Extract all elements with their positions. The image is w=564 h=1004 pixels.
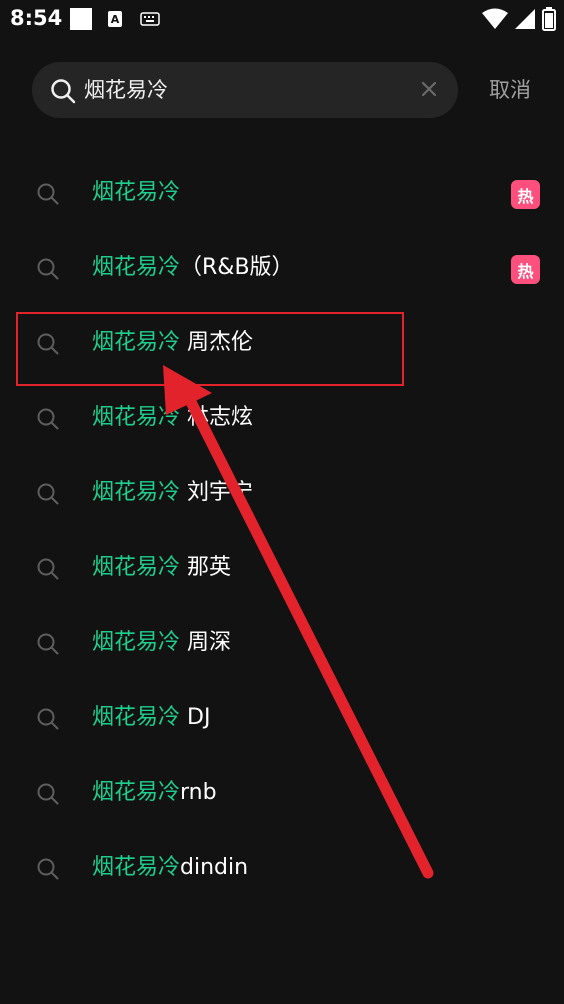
suggestion-item[interactable]: 烟花易冷（R&B版） 热 <box>0 231 564 306</box>
suggestion-item[interactable]: 烟花易冷 林志炫 <box>0 381 564 456</box>
suggestion-highlight: 烟花易冷 <box>92 405 181 430</box>
suggestion-label: 烟花易冷 周深 <box>92 628 231 658</box>
suggestion-label: 烟花易冷 DJ <box>92 703 210 733</box>
cancel-button[interactable]: 取消 <box>489 76 531 104</box>
suggestion-suffix: 那英 <box>180 555 232 580</box>
search-icon <box>37 258 59 280</box>
suggestion-suffix: rnb <box>180 780 217 805</box>
suggestion-highlight: 烟花易冷 <box>92 855 181 880</box>
suggestion-label: 烟花易冷dindin <box>92 853 248 883</box>
search-icon <box>37 783 59 805</box>
suggestion-item[interactable]: 烟花易冷 那英 <box>0 531 564 606</box>
suggestion-label: 烟花易冷（R&B版） <box>92 253 294 283</box>
suggestion-highlight: 烟花易冷 <box>92 705 181 730</box>
suggestion-suffix: dindin <box>180 855 249 880</box>
a-notification-icon: A <box>108 11 122 27</box>
wifi-icon <box>482 8 508 29</box>
suggestion-highlight: 烟花易冷 <box>92 630 181 655</box>
search-icon <box>51 79 76 104</box>
suggestion-item[interactable]: 烟花易冷 刘宇宁 <box>0 456 564 531</box>
search-icon <box>37 483 59 505</box>
battery-icon <box>542 7 556 31</box>
status-time: 8:54 <box>10 6 63 30</box>
suggestion-suffix: 周深 <box>180 630 232 655</box>
search-icon <box>37 633 59 655</box>
search-icon <box>37 708 59 730</box>
hot-badge: 热 <box>511 255 540 284</box>
suggestion-highlight: 烟花易冷 <box>92 255 181 280</box>
suggestion-suffix: DJ <box>180 705 211 730</box>
annotation-highlight-box <box>16 312 404 386</box>
search-icon <box>37 858 59 880</box>
suggestion-highlight: 烟花易冷 <box>92 780 181 805</box>
suggestion-suffix: 刘宇宁 <box>180 480 254 505</box>
search-icon <box>37 558 59 580</box>
search-input[interactable]: 烟花易冷 <box>84 76 168 104</box>
svg-text:A: A <box>111 13 120 26</box>
search-icon <box>37 183 59 205</box>
suggestion-item[interactable]: 烟花易冷 DJ <box>0 681 564 756</box>
suggestion-list: 烟花易冷热烟花易冷（R&B版）热烟花易冷 周杰伦 烟花易冷 林志炫 烟花易冷 刘宇宁… <box>0 156 564 906</box>
suggestion-item[interactable]: 烟花易冷 周深 <box>0 606 564 681</box>
suggestion-label: 烟花易冷rnb <box>92 778 217 808</box>
signal-icon <box>515 9 535 29</box>
search-icon <box>37 408 59 430</box>
blank-notification-icon <box>70 8 92 30</box>
suggestion-item[interactable]: 烟花易冷rnb <box>0 756 564 831</box>
suggestion-label: 烟花易冷 那英 <box>92 553 231 583</box>
suggestion-label: 烟花易冷 刘宇宁 <box>92 478 253 508</box>
status-bar: 8:54 A <box>0 0 564 40</box>
keyboard-icon <box>140 12 160 26</box>
hot-badge: 热 <box>511 180 540 209</box>
suggestion-highlight: 烟花易冷 <box>92 480 181 505</box>
suggestion-suffix: （R&B版） <box>180 255 294 280</box>
suggestion-label: 烟花易冷 <box>92 178 180 208</box>
suggestion-highlight: 烟花易冷 <box>92 555 181 580</box>
suggestion-highlight: 烟花易冷 <box>92 180 181 205</box>
suggestion-label: 烟花易冷 林志炫 <box>92 403 253 433</box>
suggestion-suffix: 林志炫 <box>180 405 254 430</box>
search-bar[interactable]: 烟花易冷 <box>32 62 458 118</box>
suggestion-item[interactable]: 烟花易冷 热 <box>0 156 564 231</box>
suggestion-item[interactable]: 烟花易冷dindin <box>0 831 564 906</box>
clear-icon[interactable] <box>418 78 440 100</box>
